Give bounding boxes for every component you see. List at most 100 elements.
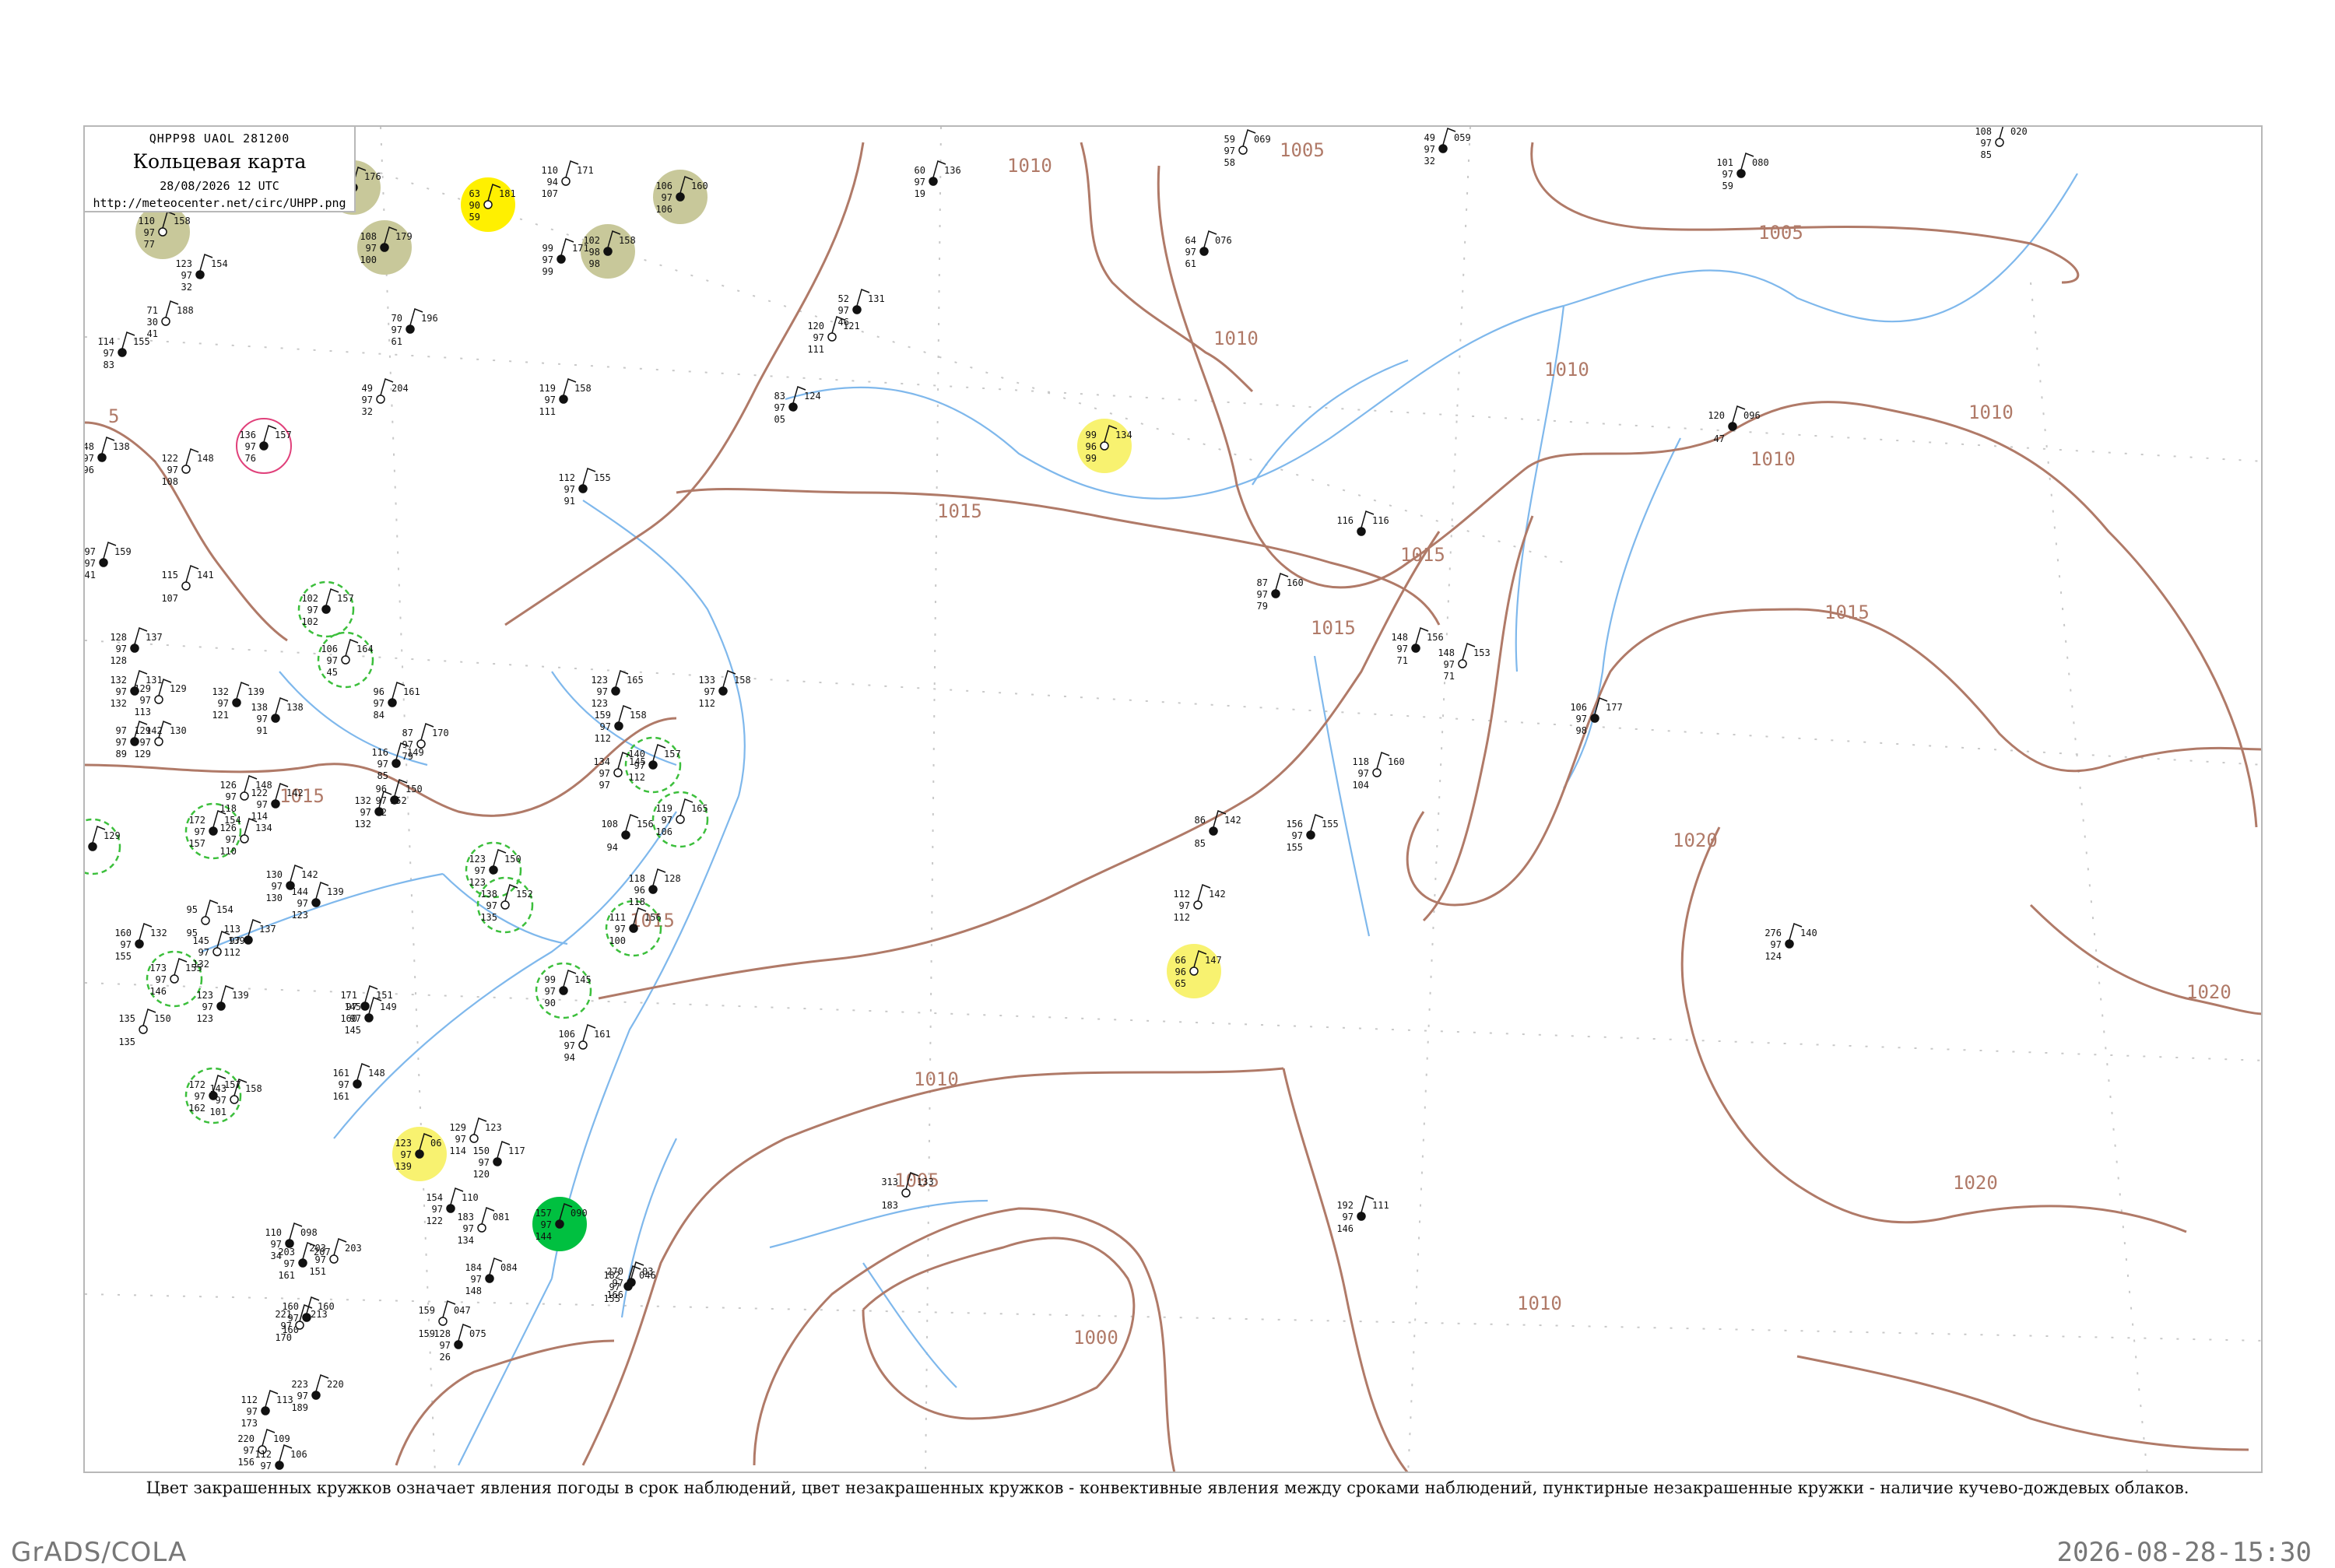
pressure-value: 164 [356, 644, 374, 654]
pressure-value: 148 [368, 1068, 385, 1079]
temperature-value: 49 [362, 383, 373, 394]
visibility-value: 97 [704, 686, 715, 697]
station-symbol [298, 1258, 307, 1268]
pressure-value: 03 [642, 1266, 653, 1277]
temperature-value: 60 [915, 165, 925, 176]
dewpoint-value: 124 [1764, 951, 1782, 962]
pressure-value: 138 [113, 441, 130, 452]
pressure-value: 084 [500, 1262, 518, 1273]
visibility-value: 97 [1257, 589, 1268, 600]
synoptic-map: 1010 1005 1005 1010 1010 1015 1015 1015 … [83, 125, 2263, 1473]
pressure-value: 147 [1205, 955, 1222, 966]
dewpoint-value: 94 [607, 842, 618, 853]
pressure-value: 129 [104, 830, 121, 841]
visibility-value: 97 [140, 737, 151, 748]
dewpoint-value: 107 [541, 188, 558, 199]
pressure-value: 156 [644, 912, 662, 923]
temperature-value: 123 [469, 854, 486, 865]
pressure-value: 116 [1372, 515, 1389, 526]
temperature-value: 99 [1086, 430, 1097, 440]
visibility-value: 97 [360, 807, 371, 818]
pressure-value: 081 [493, 1212, 510, 1222]
visibility-value: 97 [1444, 659, 1455, 670]
station-symbol [139, 1025, 148, 1034]
station-symbol [676, 815, 685, 824]
station-symbol [216, 1001, 226, 1011]
visibility-value: 97 [85, 453, 94, 464]
isobar-label: 1020 [1673, 830, 1718, 851]
dewpoint-value: 112 [223, 947, 241, 958]
station-symbol [311, 898, 321, 907]
pressure-value: 220 [327, 1379, 344, 1390]
station-symbol [261, 1406, 270, 1415]
visibility-value: 97 [104, 348, 114, 359]
temperature-value: 136 [239, 430, 256, 440]
pressure-value: 020 [2010, 127, 2028, 137]
pressure-value: 155 [594, 472, 611, 483]
dewpoint-value: 120 [472, 1169, 490, 1180]
visibility-value: 97 [226, 791, 237, 802]
station-plot: 145 999790 [535, 962, 592, 1019]
temperature-value: 183 [457, 1212, 474, 1222]
visibility-value: 97 [245, 441, 256, 452]
station-plot: 134 999699 [1077, 419, 1132, 473]
isobar-label: 1010 [1968, 402, 2014, 423]
dewpoint-value: 111 [807, 344, 824, 355]
station-plot: 213 22197170 [275, 1303, 328, 1343]
visibility-value: 97 [564, 1040, 575, 1051]
station-plot: 147 669665 [1167, 944, 1222, 998]
visibility-value: 97 [774, 402, 785, 413]
visibility-value: 97 [374, 698, 384, 709]
isobar-1010-southeast [1282, 1068, 1409, 1472]
isobar-1015-east [1406, 608, 2261, 907]
station-symbol [353, 1079, 362, 1089]
temperature-value: 116 [371, 747, 388, 758]
temperature-value: 112 [1173, 889, 1190, 900]
station-plot: 157 1369776 [236, 418, 292, 474]
station-plot: 152 13897135 [476, 876, 534, 934]
dewpoint-value: 123 [196, 1013, 213, 1024]
isobar-1005-east [1530, 142, 2080, 284]
station-symbol [392, 759, 401, 768]
dewpoint-value: 98 [1576, 725, 1587, 736]
station-plot: 111 19297146 [1336, 1194, 1389, 1234]
pressure-value: 156 [1427, 632, 1444, 643]
dewpoint-value: 59 [1722, 181, 1733, 191]
dewpoint-value: 129 [134, 749, 151, 759]
station-plot: 179 10897100 [357, 220, 413, 275]
station-symbol [1100, 441, 1109, 451]
visibility-value: 97 [198, 947, 209, 958]
station-symbol [555, 1219, 564, 1229]
visibility-value: 97 [116, 737, 127, 748]
visibility-value: 30 [147, 317, 158, 328]
station-symbol [1357, 1212, 1366, 1221]
station-plot: 142 13097130 [265, 864, 318, 903]
temperature-value: 160 [114, 928, 132, 938]
visibility-value: 97 [116, 686, 127, 697]
pressure-value: 113 [276, 1394, 293, 1405]
station-symbol [493, 1157, 502, 1166]
pressure-value: 165 [627, 675, 644, 686]
temperature-value: 173 [149, 963, 167, 973]
station-plot: 136 609719 [915, 160, 961, 199]
dewpoint-value: 77 [144, 239, 155, 250]
station-symbol [154, 695, 163, 704]
pressure-value: 158 [630, 710, 647, 721]
station-symbol [557, 254, 566, 264]
isobar-label: 1010 [1544, 359, 1589, 381]
temperature-value: 223 [291, 1379, 308, 1390]
dewpoint-value: 90 [545, 998, 556, 1009]
station-symbol [561, 177, 571, 186]
temperature-value: 112 [255, 1449, 272, 1460]
source-url[interactable]: http://meteocenter.net/circ/UHPP.png [85, 196, 354, 210]
temperature-value: 87 [1257, 577, 1268, 588]
dewpoint-value: 32 [362, 406, 373, 417]
station-plot: 160 10697106 [653, 170, 708, 224]
temperature-value: 172 [188, 1079, 205, 1090]
temperature-value: 106 [655, 181, 672, 191]
station-plot: 076 649761 [1185, 230, 1232, 269]
temperature-value: 220 [237, 1433, 255, 1444]
grads-credit: GrADS/COLA [11, 1537, 188, 1568]
pressure-value: 145 [574, 974, 592, 985]
dewpoint-value: 132 [110, 698, 127, 709]
